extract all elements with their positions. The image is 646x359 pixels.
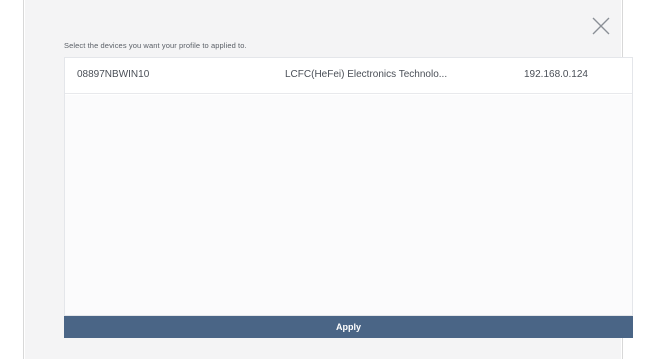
device-ip: 192.168.0.124 [524,69,588,80]
device-list: 08897NBWIN10 LCFC(HeFei) Electronics Tec… [64,57,633,316]
device-list-empty-area [65,95,632,315]
close-icon[interactable] [590,15,612,37]
apply-button[interactable]: Apply [64,316,633,338]
device-row[interactable]: 08897NBWIN10 LCFC(HeFei) Electronics Tec… [65,58,632,94]
instruction-text: Select the devices you want your profile… [64,41,247,50]
left-backdrop [0,0,24,359]
apply-profile-dialog: Select the devices you want your profile… [25,0,633,359]
screen: Select the devices you want your profile… [0,0,646,359]
dialog-footer [25,340,621,359]
device-vendor: LCFC(HeFei) Electronics Technolo... [285,69,448,80]
device-name: 08897NBWIN10 [77,69,150,80]
